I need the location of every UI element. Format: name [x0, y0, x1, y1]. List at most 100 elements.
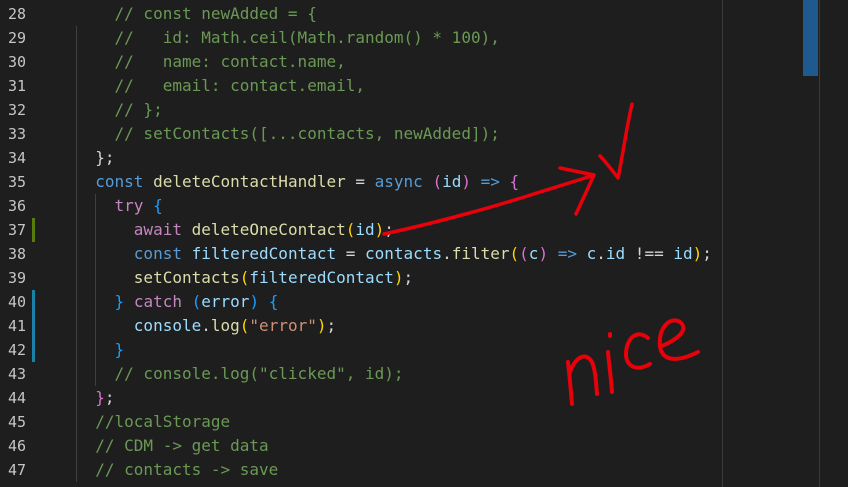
code-line[interactable]: // }; — [0, 98, 736, 122]
code-token: ; — [326, 316, 337, 335]
code-token: // contacts -> save — [76, 460, 279, 479]
code-token: async — [374, 172, 423, 191]
code-token: . — [201, 316, 211, 335]
code-token: c — [586, 244, 597, 263]
code-token: // name: contact.name, — [76, 52, 346, 71]
code-token: deleteContactHandler — [153, 172, 346, 191]
code-token: // CDM -> get data — [76, 436, 269, 455]
code-token: ( — [422, 172, 443, 191]
code-token: console — [133, 316, 202, 335]
code-token: id — [673, 244, 693, 263]
code-line[interactable]: // setContacts([...contacts, newAdded]); — [0, 122, 736, 146]
code-token: id — [605, 244, 626, 263]
code-token: c — [528, 244, 539, 263]
code-token: = — [336, 244, 366, 263]
code-line[interactable]: await deleteOneContact(id); — [0, 218, 736, 242]
code-token: ) — [461, 172, 471, 191]
code-token: await — [133, 220, 182, 239]
code-line[interactable]: setContacts(filteredContact); — [0, 266, 736, 290]
code-token: ( — [509, 244, 520, 263]
code-token: . — [596, 244, 606, 263]
code-token: // console.log("clicked", id); — [76, 364, 404, 383]
code-token: const — [95, 172, 144, 191]
code-line[interactable]: // contacts -> save — [0, 458, 736, 482]
code-token: . — [442, 244, 452, 263]
code-token: } — [95, 388, 105, 407]
code-line[interactable]: try { — [0, 194, 736, 218]
code-token: ( — [239, 316, 250, 335]
code-token: ; — [104, 388, 115, 407]
code-token: !== — [625, 244, 674, 263]
scrollbar-divider — [819, 0, 820, 487]
code-line[interactable]: // id: Math.ceil(Math.random() * 100), — [0, 26, 736, 50]
code-line[interactable]: //localStorage — [0, 410, 736, 434]
code-line[interactable]: } — [0, 338, 736, 362]
code-line[interactable]: // console.log("clicked", id); — [0, 362, 736, 386]
code-token: contacts — [365, 244, 443, 263]
code-token: { — [153, 196, 163, 215]
code-area[interactable]: // const newAdded = { // id: Math.ceil(M… — [76, 0, 726, 487]
vertical-scrollbar-thumb[interactable] — [803, 0, 818, 76]
code-token: // }; — [76, 100, 163, 119]
code-token: ; — [403, 268, 414, 287]
code-line[interactable]: // email: contact.email, — [0, 74, 736, 98]
code-token: { — [268, 292, 279, 311]
code-editor[interactable]: 28 29 30 31 32 33 34 35 36 37 38 39 40 41 42 43 44 45 46 47… — [0, 0, 848, 487]
code-token: => — [557, 244, 577, 263]
code-token: ) — [249, 292, 260, 311]
code-token: ( — [239, 268, 250, 287]
code-token: => — [480, 172, 500, 191]
code-token: ( — [345, 220, 356, 239]
code-token: ) — [316, 316, 327, 335]
code-line[interactable]: } catch (error) { — [0, 290, 736, 314]
code-token: filteredContact — [249, 268, 394, 287]
code-token: ; — [702, 244, 712, 263]
code-line[interactable]: const deleteContactHandler = async (id) … — [0, 170, 736, 194]
code-token: ; — [384, 220, 394, 239]
code-line[interactable]: // const newAdded = { — [0, 2, 736, 26]
code-line[interactable]: console.log("error"); — [0, 314, 736, 338]
code-token: ) — [692, 244, 703, 263]
code-token: { — [509, 172, 520, 191]
code-line[interactable]: // CDM -> get data — [0, 434, 736, 458]
code-token: // const newAdded = { — [76, 4, 317, 23]
code-token: // id: Math.ceil(Math.random() * 100), — [76, 28, 500, 47]
code-token: } — [114, 340, 125, 359]
code-token: filter — [451, 244, 510, 263]
code-token: deleteOneContact — [191, 220, 346, 239]
code-token: const — [133, 244, 182, 263]
code-token: try — [114, 196, 144, 215]
code-token: log — [210, 316, 240, 335]
code-line[interactable]: }; — [0, 386, 736, 410]
code-token: ( — [191, 292, 202, 311]
code-line[interactable]: // name: contact.name, — [0, 50, 736, 74]
code-token: filteredContact — [191, 244, 337, 263]
code-token: catch — [133, 292, 182, 311]
code-token: // setContacts([...contacts, newAdded]); — [76, 124, 500, 143]
code-line[interactable]: }; — [0, 146, 736, 170]
code-token: }; — [76, 148, 115, 167]
code-token: //localStorage — [76, 412, 231, 431]
code-token: id — [355, 220, 375, 239]
code-token: } — [114, 292, 125, 311]
code-token: = — [345, 172, 375, 191]
code-token: setContacts — [133, 268, 240, 287]
code-token: error — [201, 292, 250, 311]
code-line[interactable]: const filteredContact = contacts.filter(… — [0, 242, 736, 266]
